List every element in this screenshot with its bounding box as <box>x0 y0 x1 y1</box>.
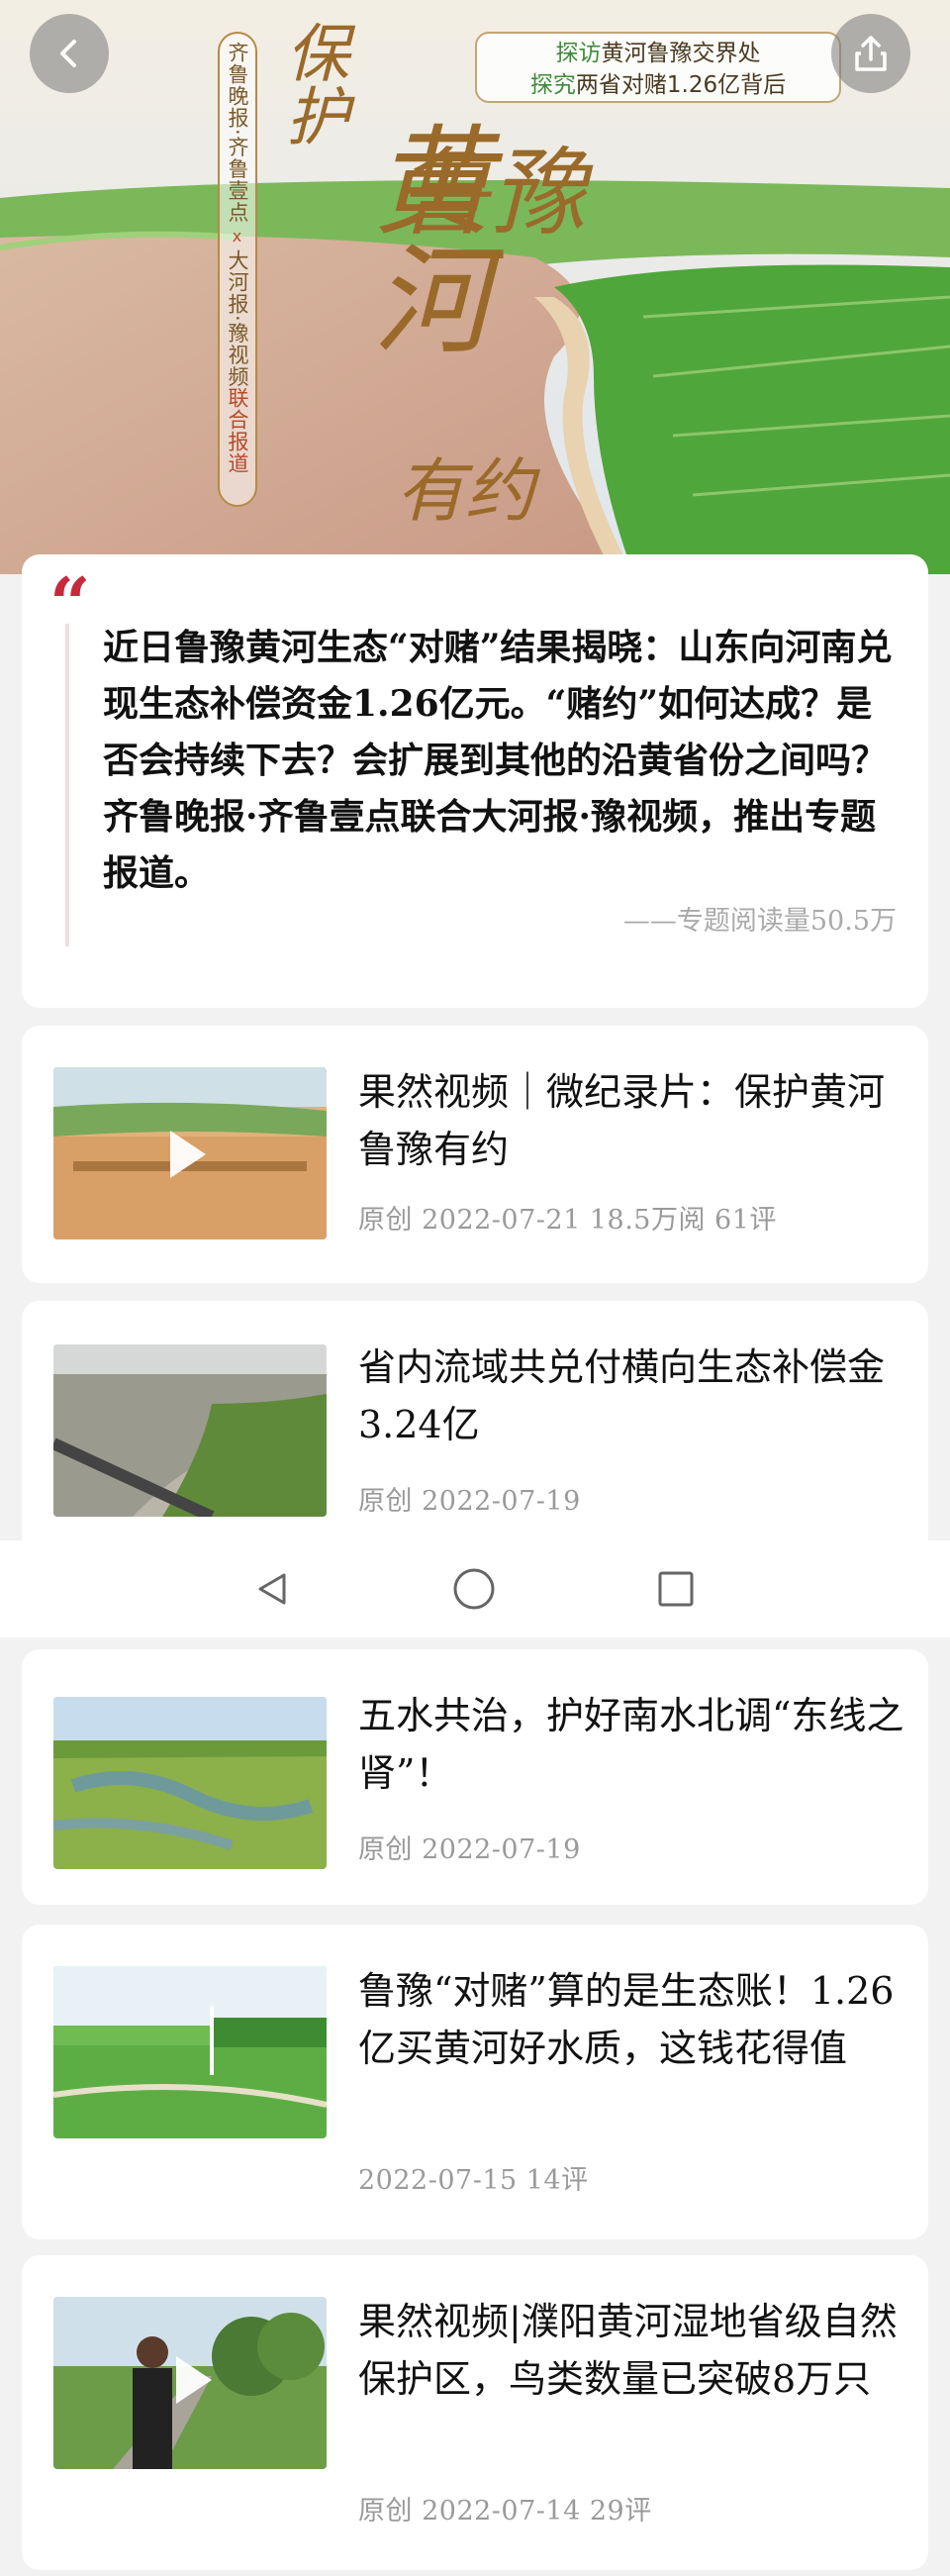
nav-home-button[interactable] <box>451 1566 497 1612</box>
play-icon <box>176 2356 212 2404</box>
system-navigation-bar <box>0 1540 950 1637</box>
article-card[interactable]: 省内流域共兑付横向生态补偿金3.24亿 原创 2022-07-19 <box>22 1301 928 1558</box>
article-meta: 原创 2022-07-21 18.5万阅 61评 <box>358 1205 777 1236</box>
joint-report-label: 联合报道 <box>226 387 249 475</box>
square-recents-icon <box>658 1571 694 1607</box>
article-thumbnail <box>53 2297 327 2469</box>
outlet-qilu: 齐鲁晚报·齐鲁壹点 <box>226 42 249 224</box>
hero-banner-image: 保护 黄河 鲁豫 有约 齐鲁晚报·齐鲁壹点 x 大河报·豫视频 联合报道 探访黄… <box>0 0 950 574</box>
quote-bar <box>65 624 69 946</box>
article-card[interactable]: 鲁豫“对赌”算的是生态账！1.26亿买黄河好水质，这钱花得值 2022-07-1… <box>22 1925 928 2239</box>
article-card[interactable]: 果然视频｜微纪录片：保护黄河 鲁豫有约 原创 2022-07-21 18.5万阅… <box>22 1026 928 1283</box>
banner-line1-accent: 探访 <box>555 41 602 66</box>
callig-baohu: 保护 <box>275 20 348 147</box>
article-meta: 原创 2022-07-19 <box>358 1834 581 1865</box>
article-thumbnail <box>53 1344 327 1517</box>
article-meta: 原创 2022-07-19 <box>358 1486 581 1517</box>
share-icon <box>855 36 887 71</box>
article-meta: 2022-07-15 14评 <box>358 2165 589 2196</box>
triangle-back-icon <box>258 1573 286 1605</box>
back-button[interactable] <box>30 14 109 93</box>
article-title: 果然视频｜微纪录片：保护黄河 鲁豫有约 <box>358 1070 886 1171</box>
article-title: 果然视频|濮阳黄河湿地省级自然保护区，鸟类数量已突破8万只 <box>358 2300 898 2401</box>
outlet-dahe: 大河报·豫视频 <box>226 248 249 388</box>
article-card[interactable]: 五水共治，护好南水北调“东线之肾”！ 原创 2022-07-19 <box>22 1649 928 1905</box>
article-title: 省内流域共兑付横向生态补偿金3.24亿 <box>358 1345 886 1446</box>
topic-intro-card: “ 近日鲁豫黄河生态“对赌”结果揭晓：山东向河南兑现生态补偿资金1.26亿元。“… <box>22 554 928 1008</box>
article-title: 鲁豫“对赌”算的是生态账！1.26亿买黄河好水质，这钱花得值 <box>358 1969 895 2070</box>
quote-icon: “ <box>49 561 91 645</box>
circle-home-icon <box>453 1568 495 1610</box>
topic-intro-text: 近日鲁豫黄河生态“对赌”结果揭晓：山东向河南兑现生态补偿资金1.26亿元。“赌约… <box>103 627 893 894</box>
article-thumbnail <box>53 1697 327 1869</box>
topic-read-count: ——专题阅读量50.5万 <box>622 906 897 937</box>
callig-luyu: 鲁豫 <box>396 138 586 248</box>
article-meta: 原创 2022-07-14 29评 <box>358 2496 652 2526</box>
banner-line2-rest: 两省对赌1.26亿背后 <box>575 72 787 98</box>
banner-line1-rest: 黄河鲁豫交界处 <box>601 41 761 66</box>
article-thumbnail <box>53 1067 327 1239</box>
share-button[interactable] <box>831 14 910 93</box>
river-park-image <box>53 1966 327 2138</box>
article-title: 五水共治，护好南水北调“东线之肾”！ <box>358 1694 904 1795</box>
banner-line2-accent: 探究 <box>529 72 576 98</box>
topic-banner: 探访黄河鲁豫交界处 探究两省对赌1.26亿背后 <box>475 32 841 103</box>
article-thumbnail <box>53 1966 327 2138</box>
nav-back-button[interactable] <box>249 1566 295 1612</box>
article-card[interactable]: 果然视频|濮阳黄河湿地省级自然保护区，鸟类数量已突破8万只 原创 2022-07… <box>22 2255 928 2570</box>
joint-report-tag: 齐鲁晚报·齐鲁壹点 x 大河报·豫视频 联合报道 <box>218 32 257 507</box>
chevron-left-icon <box>60 40 76 67</box>
callig-youyue: 有约 <box>396 450 534 532</box>
nav-recents-button[interactable] <box>653 1566 699 1612</box>
wetland-image <box>53 1697 327 1869</box>
river-bridge-image <box>53 1344 327 1517</box>
play-icon <box>170 1131 206 1178</box>
outlet-separator: x <box>232 226 243 246</box>
